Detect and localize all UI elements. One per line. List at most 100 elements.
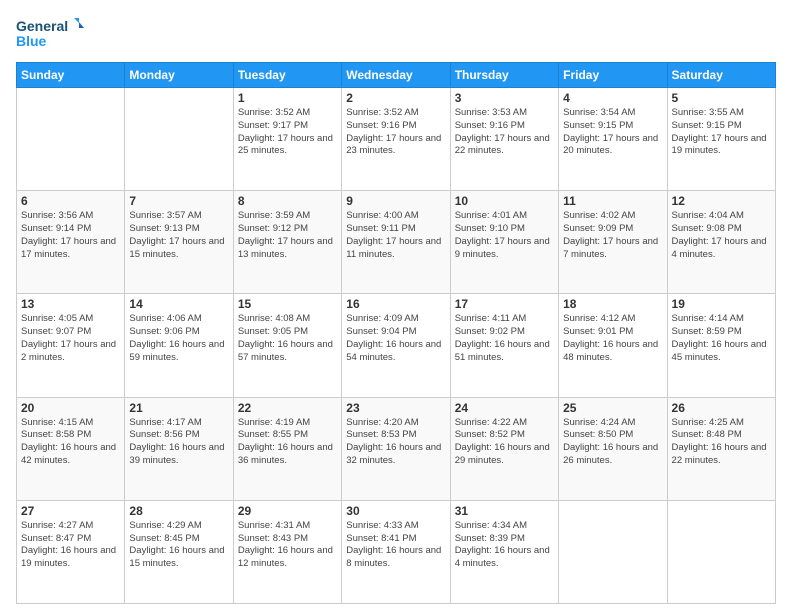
- calendar-cell: 23 Sunrise: 4:20 AM Sunset: 8:53 PM Dayli…: [342, 397, 450, 500]
- day-number: 2: [346, 91, 445, 105]
- day-number: 25: [563, 401, 662, 415]
- day-header-wednesday: Wednesday: [342, 63, 450, 88]
- day-number: 14: [129, 297, 228, 311]
- calendar-cell: 29 Sunrise: 4:31 AM Sunset: 8:43 PM Dayli…: [233, 500, 341, 603]
- day-number: 18: [563, 297, 662, 311]
- day-info: Sunrise: 4:11 AM Sunset: 9:02 PM Dayligh…: [455, 313, 554, 364]
- calendar-cell: [17, 88, 125, 191]
- day-number: 5: [672, 91, 771, 105]
- calendar-cell: [559, 500, 667, 603]
- calendar-table: SundayMondayTuesdayWednesdayThursdayFrid…: [16, 62, 776, 604]
- day-number: 12: [672, 194, 771, 208]
- day-number: 26: [672, 401, 771, 415]
- day-info: Sunrise: 3:56 AM Sunset: 9:14 PM Dayligh…: [21, 210, 120, 261]
- day-info: Sunrise: 4:15 AM Sunset: 8:58 PM Dayligh…: [21, 417, 120, 468]
- day-number: 21: [129, 401, 228, 415]
- calendar-cell: 17 Sunrise: 4:11 AM Sunset: 9:02 PM Dayli…: [450, 294, 558, 397]
- calendar-cell: 19 Sunrise: 4:14 AM Sunset: 8:59 PM Dayli…: [667, 294, 775, 397]
- calendar-cell: 30 Sunrise: 4:33 AM Sunset: 8:41 PM Dayli…: [342, 500, 450, 603]
- day-number: 19: [672, 297, 771, 311]
- day-info: Sunrise: 4:02 AM Sunset: 9:09 PM Dayligh…: [563, 210, 662, 261]
- day-number: 16: [346, 297, 445, 311]
- calendar-cell: 7 Sunrise: 3:57 AM Sunset: 9:13 PM Daylig…: [125, 191, 233, 294]
- day-number: 20: [21, 401, 120, 415]
- svg-text:Blue: Blue: [16, 33, 47, 49]
- day-info: Sunrise: 3:52 AM Sunset: 9:16 PM Dayligh…: [346, 107, 445, 158]
- day-number: 23: [346, 401, 445, 415]
- calendar-cell: 12 Sunrise: 4:04 AM Sunset: 9:08 PM Dayli…: [667, 191, 775, 294]
- day-number: 17: [455, 297, 554, 311]
- calendar-week-1: 1 Sunrise: 3:52 AM Sunset: 9:17 PM Daylig…: [17, 88, 776, 191]
- day-info: Sunrise: 4:12 AM Sunset: 9:01 PM Dayligh…: [563, 313, 662, 364]
- day-info: Sunrise: 4:08 AM Sunset: 9:05 PM Dayligh…: [238, 313, 337, 364]
- calendar-cell: 16 Sunrise: 4:09 AM Sunset: 9:04 PM Dayli…: [342, 294, 450, 397]
- calendar-cell: 20 Sunrise: 4:15 AM Sunset: 8:58 PM Dayli…: [17, 397, 125, 500]
- day-info: Sunrise: 4:34 AM Sunset: 8:39 PM Dayligh…: [455, 520, 554, 571]
- calendar-cell: 28 Sunrise: 4:29 AM Sunset: 8:45 PM Dayli…: [125, 500, 233, 603]
- day-header-monday: Monday: [125, 63, 233, 88]
- calendar-cell: 15 Sunrise: 4:08 AM Sunset: 9:05 PM Dayli…: [233, 294, 341, 397]
- day-info: Sunrise: 3:55 AM Sunset: 9:15 PM Dayligh…: [672, 107, 771, 158]
- calendar-cell: [125, 88, 233, 191]
- calendar-cell: [667, 500, 775, 603]
- day-number: 31: [455, 504, 554, 518]
- calendar-week-2: 6 Sunrise: 3:56 AM Sunset: 9:14 PM Daylig…: [17, 191, 776, 294]
- day-header-row: SundayMondayTuesdayWednesdayThursdayFrid…: [17, 63, 776, 88]
- day-info: Sunrise: 4:09 AM Sunset: 9:04 PM Dayligh…: [346, 313, 445, 364]
- page: GeneralBlue SundayMondayTuesdayWednesday…: [0, 0, 792, 612]
- calendar-cell: 2 Sunrise: 3:52 AM Sunset: 9:16 PM Daylig…: [342, 88, 450, 191]
- day-info: Sunrise: 4:04 AM Sunset: 9:08 PM Dayligh…: [672, 210, 771, 261]
- day-info: Sunrise: 4:29 AM Sunset: 8:45 PM Dayligh…: [129, 520, 228, 571]
- day-info: Sunrise: 4:05 AM Sunset: 9:07 PM Dayligh…: [21, 313, 120, 364]
- day-info: Sunrise: 4:14 AM Sunset: 8:59 PM Dayligh…: [672, 313, 771, 364]
- day-header-saturday: Saturday: [667, 63, 775, 88]
- calendar-cell: 10Sunrise: 4:01 AM Sunset: 9:10 PM Dayli…: [450, 191, 558, 294]
- day-number: 28: [129, 504, 228, 518]
- day-header-thursday: Thursday: [450, 63, 558, 88]
- day-info: Sunrise: 4:22 AM Sunset: 8:52 PM Dayligh…: [455, 417, 554, 468]
- calendar-cell: 25Sunrise: 4:24 AM Sunset: 8:50 PM Dayli…: [559, 397, 667, 500]
- day-info: Sunrise: 4:01 AM Sunset: 9:10 PM Dayligh…: [455, 210, 554, 261]
- day-number: 22: [238, 401, 337, 415]
- calendar-cell: 22 Sunrise: 4:19 AM Sunset: 8:55 PM Dayli…: [233, 397, 341, 500]
- calendar-cell: 8Sunrise: 3:59 AM Sunset: 9:12 PM Daylig…: [233, 191, 341, 294]
- calendar-cell: 4 Sunrise: 3:54 AM Sunset: 9:15 PM Daylig…: [559, 88, 667, 191]
- day-number: 9: [346, 194, 445, 208]
- day-info: Sunrise: 3:59 AM Sunset: 9:12 PM Dayligh…: [238, 210, 337, 261]
- calendar-cell: 13 Sunrise: 4:05 AM Sunset: 9:07 PM Dayli…: [17, 294, 125, 397]
- calendar-cell: 21 Sunrise: 4:17 AM Sunset: 8:56 PM Dayli…: [125, 397, 233, 500]
- day-info: Sunrise: 4:25 AM Sunset: 8:48 PM Dayligh…: [672, 417, 771, 468]
- logo: GeneralBlue: [16, 16, 88, 52]
- calendar-cell: 18 Sunrise: 4:12 AM Sunset: 9:01 PM Dayli…: [559, 294, 667, 397]
- day-number: 13: [21, 297, 120, 311]
- calendar-cell: 27Sunrise: 4:27 AM Sunset: 8:47 PM Dayli…: [17, 500, 125, 603]
- day-info: Sunrise: 3:57 AM Sunset: 9:13 PM Dayligh…: [129, 210, 228, 261]
- calendar-cell: 14Sunrise: 4:06 AM Sunset: 9:06 PM Dayli…: [125, 294, 233, 397]
- calendar-cell: 26 Sunrise: 4:25 AM Sunset: 8:48 PM Dayli…: [667, 397, 775, 500]
- day-number: 7: [129, 194, 228, 208]
- day-info: Sunrise: 4:20 AM Sunset: 8:53 PM Dayligh…: [346, 417, 445, 468]
- day-number: 1: [238, 91, 337, 105]
- calendar-week-3: 13 Sunrise: 4:05 AM Sunset: 9:07 PM Dayli…: [17, 294, 776, 397]
- day-info: Sunrise: 4:31 AM Sunset: 8:43 PM Dayligh…: [238, 520, 337, 571]
- calendar-cell: 9 Sunrise: 4:00 AM Sunset: 9:11 PM Daylig…: [342, 191, 450, 294]
- header: GeneralBlue: [16, 16, 776, 52]
- day-number: 15: [238, 297, 337, 311]
- day-number: 3: [455, 91, 554, 105]
- calendar-cell: 3 Sunrise: 3:53 AM Sunset: 9:16 PM Daylig…: [450, 88, 558, 191]
- day-info: Sunrise: 3:53 AM Sunset: 9:16 PM Dayligh…: [455, 107, 554, 158]
- calendar-week-4: 20 Sunrise: 4:15 AM Sunset: 8:58 PM Dayli…: [17, 397, 776, 500]
- day-info: Sunrise: 3:54 AM Sunset: 9:15 PM Dayligh…: [563, 107, 662, 158]
- day-number: 4: [563, 91, 662, 105]
- day-info: Sunrise: 4:00 AM Sunset: 9:11 PM Dayligh…: [346, 210, 445, 261]
- day-info: Sunrise: 4:19 AM Sunset: 8:55 PM Dayligh…: [238, 417, 337, 468]
- day-info: Sunrise: 4:17 AM Sunset: 8:56 PM Dayligh…: [129, 417, 228, 468]
- calendar-cell: 31 Sunrise: 4:34 AM Sunset: 8:39 PM Dayli…: [450, 500, 558, 603]
- day-info: Sunrise: 3:52 AM Sunset: 9:17 PM Dayligh…: [238, 107, 337, 158]
- day-number: 30: [346, 504, 445, 518]
- day-number: 29: [238, 504, 337, 518]
- day-number: 27: [21, 504, 120, 518]
- day-header-sunday: Sunday: [17, 63, 125, 88]
- day-number: 6: [21, 194, 120, 208]
- day-info: Sunrise: 4:33 AM Sunset: 8:41 PM Dayligh…: [346, 520, 445, 571]
